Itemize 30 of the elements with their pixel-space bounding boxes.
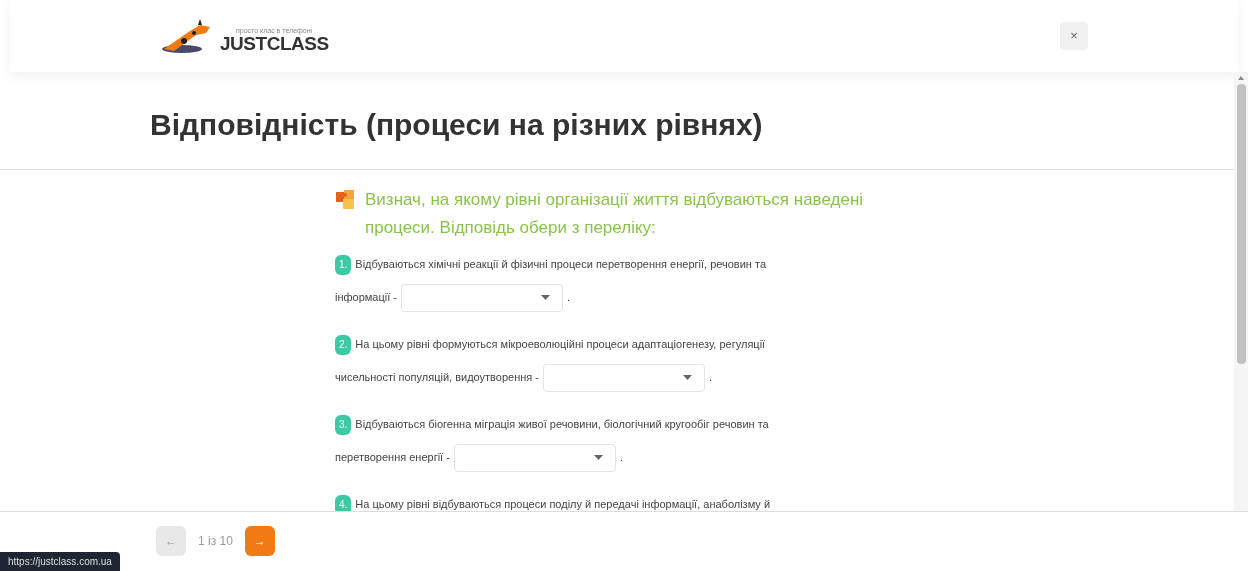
question-number: 3. <box>335 414 352 435</box>
question-number: 2. <box>335 334 352 355</box>
question-number: 1. <box>335 254 352 275</box>
question-text: На цьому рівні відбуваються процеси поділу й передачі інформації, анаболізму й <box>355 497 771 511</box>
answer-dropdown[interactable] <box>453 443 616 472</box>
caret-icon <box>541 295 550 300</box>
question-text: інформації - <box>335 290 397 306</box>
question-end: . <box>567 290 571 306</box>
scrollbar[interactable] <box>1234 72 1248 511</box>
question-end: . <box>709 370 713 386</box>
question-text: Відбуваються хімічні реакції й фізичні процеси перетворення енергії, речовин та <box>355 257 767 273</box>
question-end: . <box>619 450 623 466</box>
question-text: Відбуваються біогенна міграція живої речовини, біологічний кругообіг речовин та <box>355 417 769 433</box>
question-text: чисельності популяцій, видоутворення - <box>335 370 539 386</box>
next-button[interactable]: → <box>244 526 275 556</box>
question-number: 4. <box>335 494 352 511</box>
puzzle-icon <box>335 189 357 211</box>
question-text: На цьому рівні формуються мікроеволюційні процеси адаптаціогенезу, регуляції <box>355 337 766 353</box>
caret-icon <box>683 375 692 380</box>
caret-icon <box>593 455 603 460</box>
task-instruction: Визнач, на якому рівні організації життя відбуваються наведені процеси. Відповідь обери з переліку: <box>365 189 864 239</box>
answer-dropdown[interactable] <box>401 283 563 312</box>
answer-dropdown[interactable] <box>543 363 705 392</box>
scroll-up-icon[interactable] <box>1238 76 1244 80</box>
status-url-tooltip: https://justclass.com.ua <box>0 552 120 571</box>
close-button[interactable]: × <box>1060 22 1088 50</box>
page-position: 1 із 10 <box>198 533 233 550</box>
page-title: Відповідність (процеси на різних рівнях) <box>150 107 763 143</box>
logo-text: JUSTCLASS <box>220 34 329 53</box>
question-text: перетворення енергії - <box>335 450 450 466</box>
